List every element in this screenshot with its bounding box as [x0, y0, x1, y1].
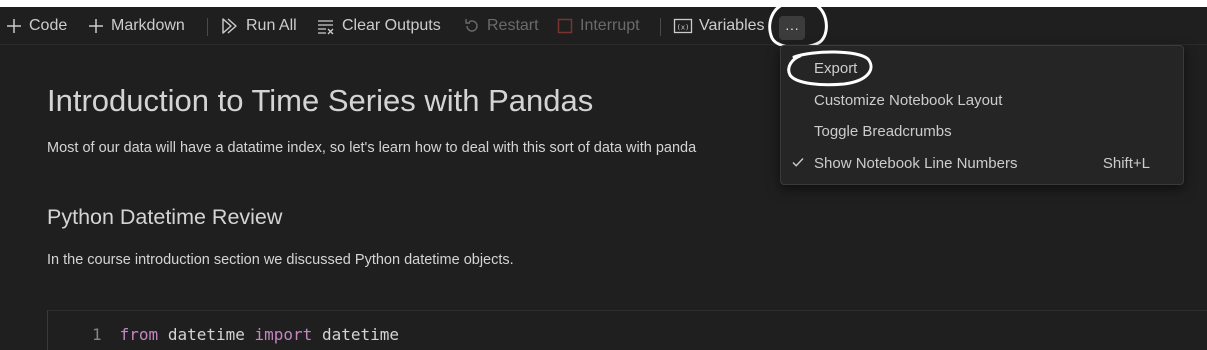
run-all-label: Run All	[246, 17, 297, 34]
notebook-toolbar: Code Markdown Run All Clear Outputs Rest…	[0, 7, 1207, 45]
keyword-import: import	[254, 325, 313, 344]
interrupt-label: Interrupt	[580, 17, 640, 34]
restart-button[interactable]: Restart	[463, 7, 539, 45]
more-actions-icon: ···	[785, 20, 799, 36]
add-markdown-cell-button[interactable]: Markdown	[87, 7, 185, 45]
restart-label: Restart	[487, 17, 539, 34]
toolbar-separator	[660, 18, 661, 36]
menu-item-label: Toggle Breadcrumbs	[814, 122, 952, 140]
notebook-heading-2: Python Datetime Review	[47, 205, 283, 229]
plus-icon	[87, 17, 105, 35]
interrupt-button[interactable]: Interrupt	[556, 7, 640, 45]
more-actions-button[interactable]: ···	[779, 16, 805, 40]
restart-icon	[463, 17, 481, 35]
more-actions-menu: Export Customize Notebook Layout Toggle …	[780, 45, 1184, 185]
menu-item-show-notebook-line-numbers[interactable]: Show Notebook Line Numbers Shift+L	[781, 149, 1183, 177]
notebook-paragraph-2: In the course introduction section we di…	[47, 252, 514, 268]
variables-button[interactable]: (x) Variables	[673, 7, 765, 45]
add-code-cell-button[interactable]: Code	[5, 7, 67, 45]
plus-icon	[5, 17, 23, 35]
notebook-heading-1: Introduction to Time Series with Pandas	[47, 83, 594, 118]
module-name: datetime	[167, 325, 245, 344]
clear-outputs-icon	[316, 17, 336, 35]
menu-item-customize-notebook-layout[interactable]: Customize Notebook Layout	[781, 86, 1183, 114]
add-code-cell-label: Code	[29, 17, 68, 34]
window-top-strip	[0, 0, 1207, 7]
menu-item-shortcut: Shift+L	[1102, 154, 1150, 172]
menu-item-label: Customize Notebook Layout	[814, 91, 1003, 109]
code-cell[interactable]: 1 from datetime import datetime	[47, 310, 1207, 350]
variables-label: Variables	[699, 17, 765, 34]
run-all-button[interactable]: Run All	[220, 7, 297, 45]
line-number: 1	[92, 325, 102, 344]
check-icon	[791, 155, 805, 173]
menu-item-label: Show Notebook Line Numbers	[814, 154, 1018, 172]
variables-icon: (x)	[673, 17, 693, 35]
interrupt-icon	[556, 17, 574, 35]
add-markdown-cell-label: Markdown	[111, 17, 185, 34]
keyword-from: from	[119, 325, 159, 344]
code-line: 1 from datetime import datetime	[92, 325, 399, 344]
toolbar-separator	[207, 18, 208, 36]
menu-item-toggle-breadcrumbs[interactable]: Toggle Breadcrumbs	[781, 117, 1183, 145]
clear-outputs-button[interactable]: Clear Outputs	[316, 7, 441, 45]
svg-text:(x): (x)	[677, 24, 690, 32]
imported-name: datetime	[321, 325, 400, 344]
run-all-icon	[220, 17, 240, 35]
notebook-paragraph-1: Most of our data will have a datatime in…	[47, 140, 697, 156]
menu-item-export[interactable]: Export	[781, 54, 1183, 82]
clear-outputs-label: Clear Outputs	[342, 17, 441, 34]
menu-item-label: Export	[814, 59, 858, 77]
